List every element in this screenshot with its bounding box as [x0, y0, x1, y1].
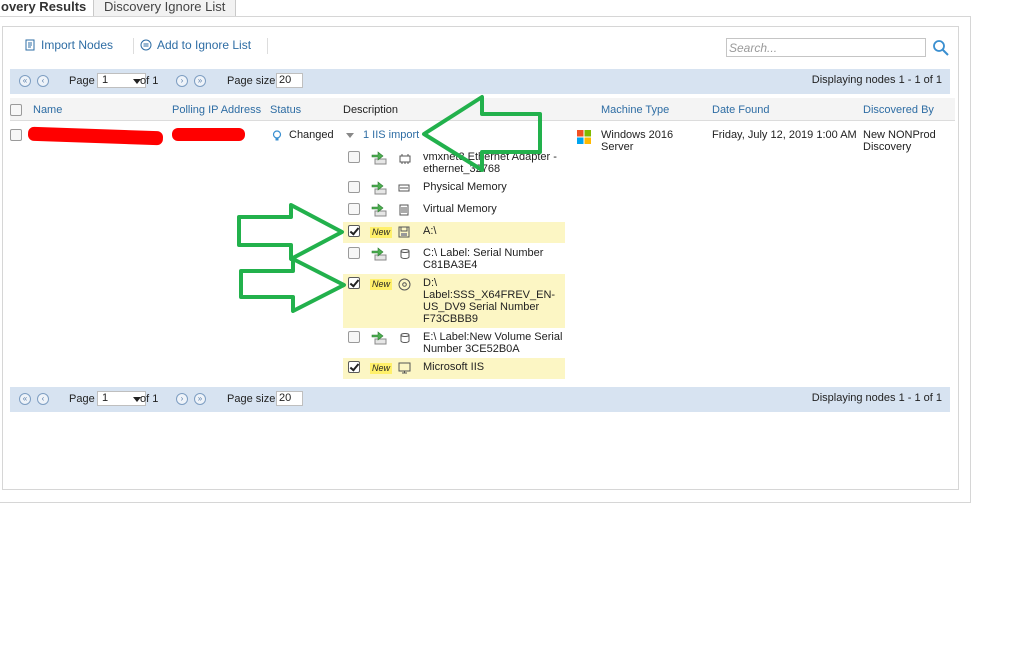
add-to-ignore-list-button[interactable]: Add to Ignore List: [140, 38, 251, 54]
windows-logo-icon: [577, 130, 591, 144]
new-badge: New: [370, 363, 393, 374]
page-size-label: Page size: [227, 75, 276, 87]
toolbar-divider: [133, 38, 134, 54]
import-arrow-icon: [371, 151, 387, 165]
first-page-icon[interactable]: «: [19, 75, 31, 87]
sub-item-checkbox[interactable]: [348, 151, 360, 163]
page-select[interactable]: 1: [97, 391, 146, 406]
displaying-count: Displaying nodes 1 - 1 of 1: [811, 392, 942, 404]
disk-icon: [400, 333, 410, 344]
sub-item-checkbox[interactable]: [348, 181, 360, 193]
column-polling-ip[interactable]: Polling IP Address: [172, 104, 261, 116]
network-adapter-icon: [399, 154, 411, 164]
page-select-value: 1: [102, 74, 109, 86]
sub-item-label: A:\: [423, 225, 437, 237]
pager-bottom: « ‹ Page 1 of 1 › » Page size 20 Display…: [10, 387, 950, 412]
disk-icon: [400, 249, 410, 260]
of-pages-label: of 1: [140, 75, 159, 87]
lightbulb-icon: [272, 130, 282, 141]
sub-item-label: Microsoft IIS: [423, 361, 485, 373]
sub-item-checkbox[interactable]: [348, 277, 360, 289]
import-icon: [25, 39, 35, 51]
floppy-icon: [398, 226, 410, 238]
page-label: Page: [69, 393, 95, 405]
sub-item-checkbox[interactable]: [348, 247, 360, 259]
page-size-label: Page size: [227, 393, 276, 405]
next-page-icon[interactable]: ›: [176, 393, 188, 405]
sub-item-checkbox[interactable]: [348, 203, 360, 215]
search-icon[interactable]: [932, 39, 950, 57]
description-toggle-link[interactable]: 1 IIS import: [363, 129, 419, 141]
import-arrow-icon: [371, 331, 387, 345]
last-page-icon[interactable]: »: [194, 75, 206, 87]
new-badge: New: [370, 279, 393, 290]
page-size-input[interactable]: 20: [276, 391, 303, 406]
cd-icon: [398, 278, 411, 291]
toolbar-divider: [267, 38, 268, 54]
sub-item-label: D:\ Label:SSS_X64FREV_EN-US_DV9 Serial N…: [423, 277, 556, 325]
machine-type-value: Windows 2016 Server: [601, 129, 674, 153]
frame-border: [970, 16, 971, 502]
first-page-icon[interactable]: «: [19, 393, 31, 405]
ignore-icon: [140, 39, 152, 51]
column-discovered-by[interactable]: Discovered By: [863, 104, 934, 116]
next-page-icon[interactable]: ›: [176, 75, 188, 87]
sub-item-label: Physical Memory: [423, 181, 507, 193]
frame-border: [0, 16, 970, 17]
prev-page-icon[interactable]: ‹: [37, 393, 49, 405]
virtual-memory-icon: [399, 204, 409, 216]
collapse-caret-icon[interactable]: [346, 133, 354, 138]
sub-item-label: C:\ Label: Serial Number C81BA3E4: [423, 247, 544, 271]
tab-discovery-ignore-list[interactable]: Discovery Ignore List: [93, 0, 236, 17]
sub-item-label: Virtual Memory: [423, 203, 497, 215]
tab-discovery-results[interactable]: overy Results: [0, 0, 94, 16]
memory-icon: [398, 184, 410, 192]
status-value: Changed: [289, 129, 334, 141]
sub-item-checkbox[interactable]: [348, 361, 360, 373]
displaying-count: Displaying nodes 1 - 1 of 1: [811, 74, 942, 86]
of-pages-label: of 1: [140, 393, 159, 405]
annotation-arrow-icon: [239, 257, 346, 313]
last-page-icon[interactable]: »: [194, 393, 206, 405]
add-to-ignore-list-label: Add to Ignore List: [157, 38, 252, 52]
page-select-value: 1: [102, 392, 109, 404]
import-arrow-icon: [371, 203, 387, 217]
page-select[interactable]: 1: [97, 73, 146, 88]
annotation-arrow-icon: [422, 95, 542, 172]
import-nodes-button[interactable]: Import Nodes: [24, 38, 113, 54]
redacted-ip: [172, 128, 245, 141]
column-description: Description: [343, 104, 399, 116]
row-checkbox[interactable]: [10, 129, 22, 141]
page-label: Page: [69, 75, 95, 87]
column-machine-type[interactable]: Machine Type: [601, 104, 669, 116]
column-date-found[interactable]: Date Found: [712, 104, 769, 116]
pager-top: « ‹ Page 1 of 1 › » Page size 20 Display…: [10, 69, 950, 94]
frame-border: [0, 502, 971, 503]
annotation-arrow-icon: [237, 203, 344, 261]
sub-item-checkbox[interactable]: [348, 331, 360, 343]
new-badge: New: [370, 227, 393, 238]
column-status[interactable]: Status: [270, 104, 301, 116]
search-input[interactable]: Search...: [726, 38, 926, 57]
column-name[interactable]: Name: [33, 104, 62, 116]
date-found-value: Friday, July 12, 2019 1:00 AM: [712, 129, 857, 141]
discovered-by-value: New NONProd Discovery: [863, 129, 936, 153]
import-arrow-icon: [371, 247, 387, 261]
sub-item-label: E:\ Label:New Volume Serial Number 3CE52…: [423, 331, 563, 355]
page-size-input[interactable]: 20: [276, 73, 303, 88]
prev-page-icon[interactable]: ‹: [37, 75, 49, 87]
application-icon: [398, 362, 411, 374]
select-all-checkbox[interactable]: [10, 104, 22, 116]
import-arrow-icon: [371, 181, 387, 195]
import-nodes-label: Import Nodes: [41, 38, 114, 52]
sub-item-checkbox[interactable]: [348, 225, 360, 237]
